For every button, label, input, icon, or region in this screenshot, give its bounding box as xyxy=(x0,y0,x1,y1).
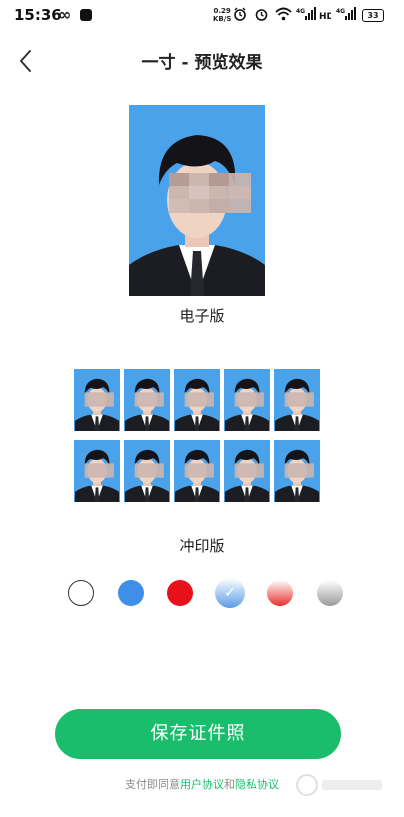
svg-text:HD: HD xyxy=(319,12,331,21)
color-swatch-gray-gradient[interactable] xyxy=(317,580,343,606)
print-photo-thumbnail xyxy=(74,440,120,502)
network-speed: 0.29 KB/S xyxy=(213,7,231,23)
color-swatch-red-gradient[interactable] xyxy=(267,580,293,606)
print-photo-thumbnail xyxy=(224,369,270,431)
status-time: 15:36 xyxy=(14,6,62,24)
background-color-options: ✓ xyxy=(0,578,404,610)
print-version-label: 冲印版 xyxy=(179,537,225,555)
print-photo-thumbnail xyxy=(224,440,270,502)
color-swatch-red[interactable] xyxy=(167,580,193,606)
hd-icon: HD xyxy=(319,12,331,21)
infinity-icon: ∞ xyxy=(58,5,72,24)
alarm-icon-2 xyxy=(255,9,268,21)
network-speed-unit: KB/S xyxy=(213,15,232,23)
status-bar: 15:36 ∞ 0.29 KB/S 4G HD 4G 33 xyxy=(0,0,404,34)
print-photo-thumbnail xyxy=(124,440,170,502)
signal-4g-icon: 4G xyxy=(296,7,316,20)
page-title: 一寸 - 预览效果 xyxy=(141,53,263,73)
save-photo-button[interactable]: 保存证件照 xyxy=(55,709,341,759)
watermark-logo xyxy=(296,774,382,796)
color-swatch-blue[interactable] xyxy=(118,580,144,606)
svg-text:4G: 4G xyxy=(296,8,305,15)
network-speed-value: 0.29 xyxy=(213,7,231,15)
wifi-icon xyxy=(275,7,292,21)
print-photo-thumbnail xyxy=(124,369,170,431)
privacy-agreement-link[interactable]: 隐私协议 xyxy=(235,778,279,791)
battery-indicator: 33 xyxy=(362,9,384,22)
print-sheet-preview xyxy=(74,369,322,502)
electronic-version-label: 电子版 xyxy=(179,307,225,325)
user-agreement-link[interactable]: 用户协议 xyxy=(180,778,224,791)
agreement-prefix: 支付即同意 xyxy=(125,778,180,791)
signal-4g-icon-2: 4G xyxy=(336,7,356,20)
portrait-image xyxy=(129,105,265,296)
alarm-icon xyxy=(234,7,246,21)
print-photo-thumbnail xyxy=(174,440,220,502)
print-photo-thumbnail xyxy=(174,369,220,431)
color-swatch-white[interactable] xyxy=(68,580,94,606)
print-photo-thumbnail xyxy=(274,369,320,431)
check-icon: ✓ xyxy=(224,585,236,601)
electronic-photo-preview xyxy=(129,105,265,296)
notification-app-icon xyxy=(80,9,92,21)
print-photo-thumbnail xyxy=(74,369,120,431)
agreement-and: 和 xyxy=(224,778,235,791)
print-photo-thumbnail xyxy=(274,440,320,502)
svg-text:4G: 4G xyxy=(336,8,345,15)
color-swatch-blue-gradient[interactable]: ✓ xyxy=(215,578,245,608)
